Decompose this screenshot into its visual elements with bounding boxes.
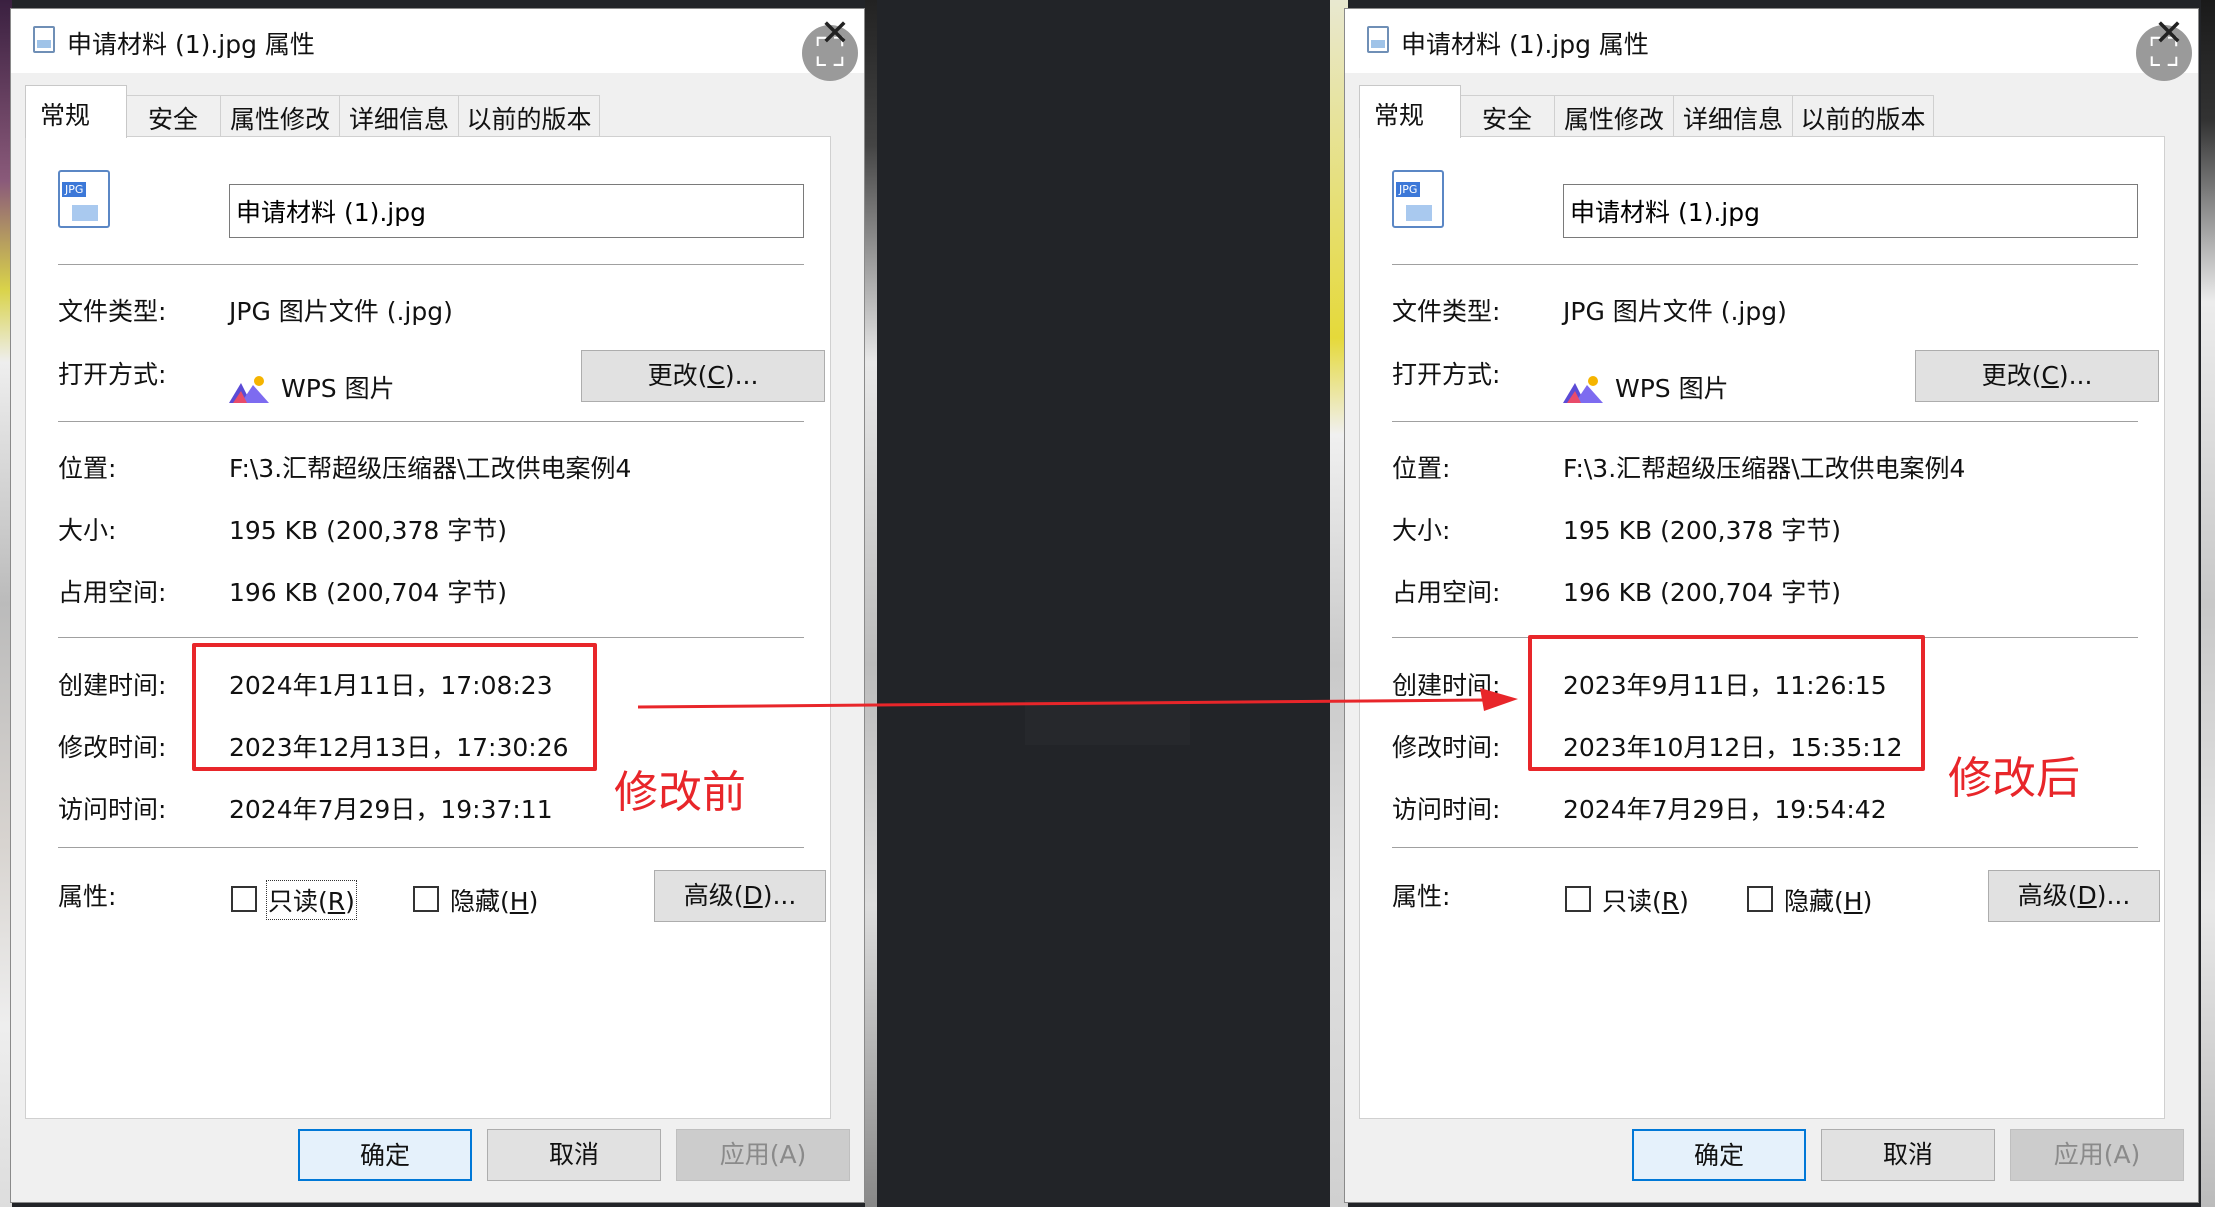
tab-details[interactable]: 详细信息 [1673,95,1793,137]
hidden-checkbox[interactable] [1747,886,1773,912]
background-window-strip-right [2201,0,2215,1207]
hidden-label[interactable]: 隐藏(H) [1784,882,1872,918]
attributes-label: 属性: [58,882,117,911]
created-time-label: 创建时间: [58,671,167,700]
jpg-file-icon [33,26,55,53]
divider [1392,847,2138,848]
highlight-box-before [192,643,597,771]
general-tab-panel: JPG 文件类型: JPG 图片文件 (.jpg) 打开方式: WPS 图片 更… [25,136,831,1119]
disk-size-value: 196 KB (200,704 字节) [1563,578,1841,607]
file-type-badge: JPG [1396,182,1421,197]
accessed-time-value: 2024年7月29日，19:37:11 [229,795,553,824]
change-open-with-button[interactable]: 更改(C)... [581,350,825,402]
properties-dialog-before: 申请材料 (1).jpg 属性 ⛶ ✕ 常规 安全 属性修改 详细信息 以前的版… [10,8,865,1203]
modified-time-label: 修改时间: [58,733,167,762]
tab-previous-versions[interactable]: 以前的版本 [458,95,600,137]
divider [1392,264,2138,265]
apply-button: 应用(A) [676,1129,850,1181]
size-value: 195 KB (200,378 字节) [229,516,507,545]
disk-size-value: 196 KB (200,704 字节) [229,578,507,607]
before-note: 修改前 [614,767,746,818]
red-arrow-icon [638,688,1518,711]
ok-button[interactable]: 确定 [298,1129,472,1181]
cancel-button[interactable]: 取消 [1821,1129,1995,1181]
divider [58,264,804,265]
file-type-label: 文件类型: [1392,297,1501,326]
file-type-badge: JPG [62,182,87,197]
background-window-strip-middle [865,0,877,1207]
divider [58,637,804,638]
open-with-label: 打开方式: [1392,360,1501,389]
ok-button[interactable]: 确定 [1632,1129,1806,1181]
jpg-file-icon: JPG [1392,170,1444,228]
jpg-file-icon [1367,26,1389,53]
location-value: F:\3.汇帮超级压缩器\工改供电案例4 [1563,454,1966,483]
wps-picture-icon [229,376,269,403]
dialog-title: 申请材料 (1).jpg 属性 [67,30,315,59]
size-label: 大小: [58,516,117,545]
file-type-label: 文件类型: [58,297,167,326]
dialog-title: 申请材料 (1).jpg 属性 [1401,30,1649,59]
tab-general[interactable]: 常规 [1359,85,1461,138]
accessed-time-value: 2024年7月29日，19:54:42 [1563,795,1887,824]
cancel-button[interactable]: 取消 [487,1129,661,1181]
tab-attribute-modify[interactable]: 属性修改 [220,95,340,137]
file-type-value: JPG 图片文件 (.jpg) [1563,297,1787,326]
location-label: 位置: [1392,454,1451,483]
change-open-with-button[interactable]: 更改(C)... [1915,350,2159,402]
hidden-label[interactable]: 隐藏(H) [450,882,538,918]
advanced-button[interactable]: 高级(D)... [1988,870,2160,922]
close-icon: ✕ [2153,13,2184,54]
readonly-checkbox[interactable] [231,886,257,912]
advanced-button[interactable]: 高级(D)... [654,870,826,922]
file-name-input[interactable] [1563,184,2138,238]
open-with-value: WPS 图片 [1615,374,1729,403]
tab-security[interactable]: 安全 [1459,95,1555,137]
jpg-file-icon: JPG [58,170,110,228]
properties-dialog-after: 申请材料 (1).jpg 属性 ⛶ ✕ 常规 安全 属性修改 详细信息 以前的版… [1344,8,2199,1203]
title-bar: 申请材料 (1).jpg 属性 ⛶ ✕ [11,9,864,81]
size-label: 大小: [1392,516,1451,545]
attributes-label: 属性: [1392,882,1451,911]
disk-size-label: 占用空间: [1392,578,1501,607]
accessed-time-label: 访问时间: [1392,795,1501,824]
divider [1392,421,2138,422]
apply-button: 应用(A) [2010,1129,2184,1181]
size-value: 195 KB (200,378 字节) [1563,516,1841,545]
hidden-checkbox[interactable] [413,886,439,912]
wps-picture-icon [1563,376,1603,403]
location-label: 位置: [58,454,117,483]
tab-details[interactable]: 详细信息 [339,95,459,137]
readonly-label[interactable]: 只读(R) [266,880,357,920]
highlight-box-after [1528,635,1925,771]
file-type-value: JPG 图片文件 (.jpg) [229,297,453,326]
divider [58,421,804,422]
close-button[interactable]: ⛶ ✕ [802,13,858,81]
open-with-value: WPS 图片 [281,374,395,403]
close-icon: ✕ [819,13,850,54]
modified-time-label: 修改时间: [1392,733,1501,762]
tab-security[interactable]: 安全 [125,95,221,137]
title-bar: 申请材料 (1).jpg 属性 ⛶ ✕ [1345,9,2198,81]
file-name-input[interactable] [229,184,804,238]
tab-attribute-modify[interactable]: 属性修改 [1554,95,1674,137]
open-with-label: 打开方式: [58,360,167,389]
close-button[interactable]: ⛶ ✕ [2136,13,2192,81]
tab-previous-versions[interactable]: 以前的版本 [1792,95,1934,137]
readonly-checkbox[interactable] [1565,886,1591,912]
accessed-time-label: 访问时间: [58,795,167,824]
general-tab-panel: JPG 文件类型: JPG 图片文件 (.jpg) 打开方式: WPS 图片 更… [1359,136,2165,1119]
disk-size-label: 占用空间: [58,578,167,607]
readonly-label[interactable]: 只读(R) [1602,882,1689,918]
after-note: 修改后 [1948,753,2080,804]
location-value: F:\3.汇帮超级压缩器\工改供电案例4 [229,454,632,483]
divider [58,847,804,848]
tab-general[interactable]: 常规 [25,85,127,138]
